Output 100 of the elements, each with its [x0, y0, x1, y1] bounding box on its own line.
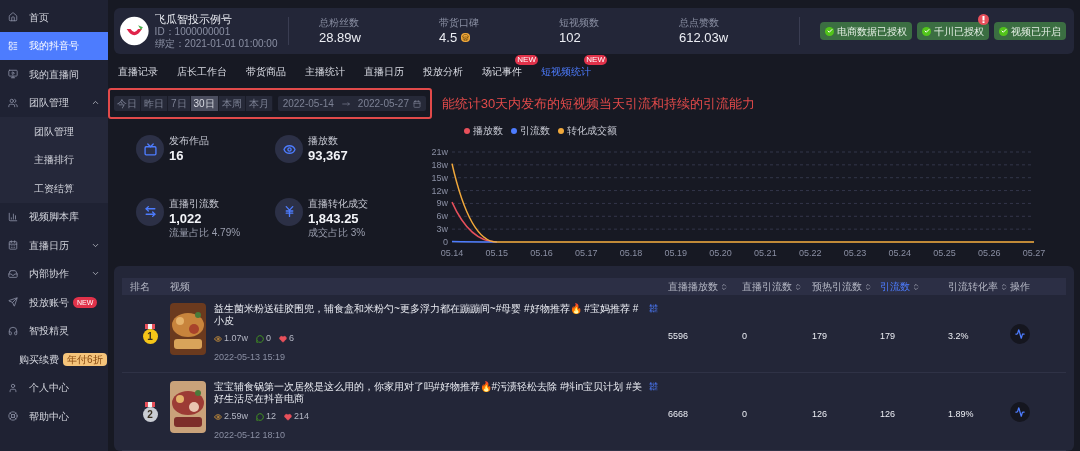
column-header[interactable]: 直播播放数	[668, 279, 718, 294]
sidebar-label: 首页	[29, 10, 49, 25]
check-icon	[825, 26, 834, 36]
tab[interactable]: 直播日历	[364, 63, 404, 79]
sort-icon[interactable]	[794, 282, 802, 291]
calendar-icon	[8, 240, 18, 251]
range-button[interactable]: 30日	[190, 96, 219, 111]
stat-label: 带货口碑	[439, 15, 481, 29]
trend-icon	[1015, 328, 1025, 339]
account-name: 飞瓜智投示例号	[154, 12, 233, 26]
sidebar-item[interactable]: 我的抖音号	[0, 31, 108, 60]
legend-label: 转化成交额	[567, 124, 617, 138]
range-button[interactable]: 本周	[218, 96, 246, 111]
auth-status-button[interactable]: 千川已授权	[917, 22, 989, 40]
like-count: 6	[289, 332, 295, 345]
trend-button[interactable]	[1010, 401, 1030, 422]
tab[interactable]: 主播统计	[305, 63, 345, 79]
x-tick-label: 05.17	[575, 248, 598, 258]
inbox-icon	[8, 268, 18, 279]
sidebar-item[interactable]: 我的直播间	[0, 60, 108, 89]
x-tick-label: 05.16	[530, 248, 553, 258]
stat-value: 28.89w	[319, 28, 361, 47]
promo-badge: 年付6折	[63, 352, 107, 366]
table-cell: 126	[880, 408, 896, 419]
arrows-icon	[143, 205, 157, 218]
send-icon	[8, 297, 18, 308]
sidebar-item[interactable]: 智投精灵	[0, 316, 108, 345]
tab[interactable]: 场记事件	[482, 63, 522, 79]
calendar-icon	[412, 99, 421, 108]
tab[interactable]: 店长工作台	[177, 63, 227, 79]
account-avatar	[120, 16, 149, 46]
sidebar-item[interactable]: 帮助中心	[0, 402, 108, 431]
sidebar-item[interactable]: 团队管理	[0, 88, 108, 117]
metric-value: 93,367	[308, 147, 348, 164]
annotation-text: 能统计30天内发布的短视频当天引流和持续的引流能力	[441, 94, 756, 113]
metric-note: 流量占比 4.79%	[169, 226, 241, 239]
publish-time: 2022-05-13 15:19	[214, 350, 287, 364]
account-id: ID：1000000001	[154, 26, 232, 38]
auth-status-button[interactable]: 视频已开启	[994, 22, 1066, 40]
submenu-item[interactable]: 团队管理	[34, 123, 74, 139]
table-cell: 179	[880, 330, 896, 341]
x-tick-label: 05.25	[933, 248, 956, 258]
x-tick-label: 05.19	[664, 248, 688, 258]
views-icon	[214, 412, 222, 421]
sidebar-label: 智投精灵	[29, 324, 69, 339]
sort-icon[interactable]	[720, 282, 728, 291]
range-button[interactable]: 今日	[114, 96, 141, 111]
like-count: 214	[294, 410, 310, 423]
x-tick-label: 05.14	[440, 248, 464, 258]
sidebar-label: 我的直播间	[29, 67, 79, 82]
sort-icon[interactable]	[912, 282, 920, 291]
range-button[interactable]: 本月	[245, 96, 273, 111]
comment-count: 12	[266, 410, 277, 423]
tab[interactable]: 短视频统计	[541, 63, 591, 79]
metric-value: 1,843.25	[308, 209, 360, 227]
y-tick-label: 0	[443, 237, 448, 247]
sidebar-label: 投放账号	[29, 295, 69, 310]
range-button[interactable]: 昨日	[141, 96, 168, 111]
sidebar-item[interactable]: 视频脚本库	[0, 202, 108, 231]
y-tick-label: 6w	[436, 211, 448, 222]
video-title[interactable]: 宝宝辅食锅第一次居然是这么用的，你家用对了吗#好物推荐🔥#污渍轻松去除 #抖in宝贝计划 #美好生活尽在抖音电商	[214, 381, 645, 405]
sidebar-item[interactable]: 内部协作	[0, 259, 108, 288]
sidebar-label: 个人中心	[29, 381, 69, 396]
table-cell: 179	[812, 330, 828, 341]
submenu-item[interactable]: 工资结算	[34, 180, 74, 196]
sort-icon[interactable]	[864, 282, 872, 291]
sidebar-item[interactable]: 首页	[0, 3, 108, 32]
column-header[interactable]: 预热引流数	[812, 279, 862, 294]
bar-chart-icon	[8, 211, 18, 222]
sidebar-item[interactable]: 个人中心	[0, 373, 108, 402]
column-header[interactable]: 直播引流数	[742, 279, 792, 294]
headphones-icon	[8, 325, 18, 336]
metric-value: 1,022	[169, 209, 203, 227]
video-title[interactable]: 益生菌米粉送硅胶围兜，辅食盒和米粉勺~更多浮力都在蹦蹦间~#母婴 #好物推荐🔥 #宝妈推荐 #小皮	[214, 303, 645, 327]
tab[interactable]: 带货商品	[246, 63, 286, 79]
home-icon	[8, 12, 18, 23]
sidebar-item[interactable]: 购买续费 年付6折	[0, 345, 108, 374]
sidebar-label: 购买续费	[19, 352, 59, 367]
qr-code-icon[interactable]	[649, 382, 658, 391]
auth-status-button[interactable]: 电商数据已授权	[820, 22, 912, 40]
rank-medal: 2	[142, 406, 158, 422]
tab[interactable]: 投放分析	[423, 63, 463, 79]
range-button[interactable]: 7日	[168, 96, 191, 111]
tab[interactable]: 直播记录	[118, 63, 158, 79]
users-icon	[8, 97, 18, 108]
sort-icon[interactable]	[1000, 282, 1008, 291]
table-cell: 0	[742, 408, 747, 419]
date-range-field[interactable]: 2022-05-14 2022-05-27	[277, 96, 426, 111]
metric-label: 直播引流数	[169, 197, 220, 210]
metric-label: 发布作品	[169, 135, 209, 147]
submenu-item[interactable]: 主播排行	[34, 152, 74, 168]
x-tick-label: 05.22	[798, 248, 822, 258]
y-tick-label: 15w	[431, 172, 448, 183]
table-cell: 1.89%	[948, 408, 974, 419]
qr-code-icon[interactable]	[649, 304, 658, 313]
trend-button[interactable]	[1010, 323, 1030, 344]
sidebar-item[interactable]: 直播日历	[0, 231, 108, 260]
column-header[interactable]: 引流转化率	[948, 279, 998, 294]
column-header[interactable]: 引流数	[880, 279, 910, 294]
y-tick-label: 21w	[431, 147, 448, 157]
